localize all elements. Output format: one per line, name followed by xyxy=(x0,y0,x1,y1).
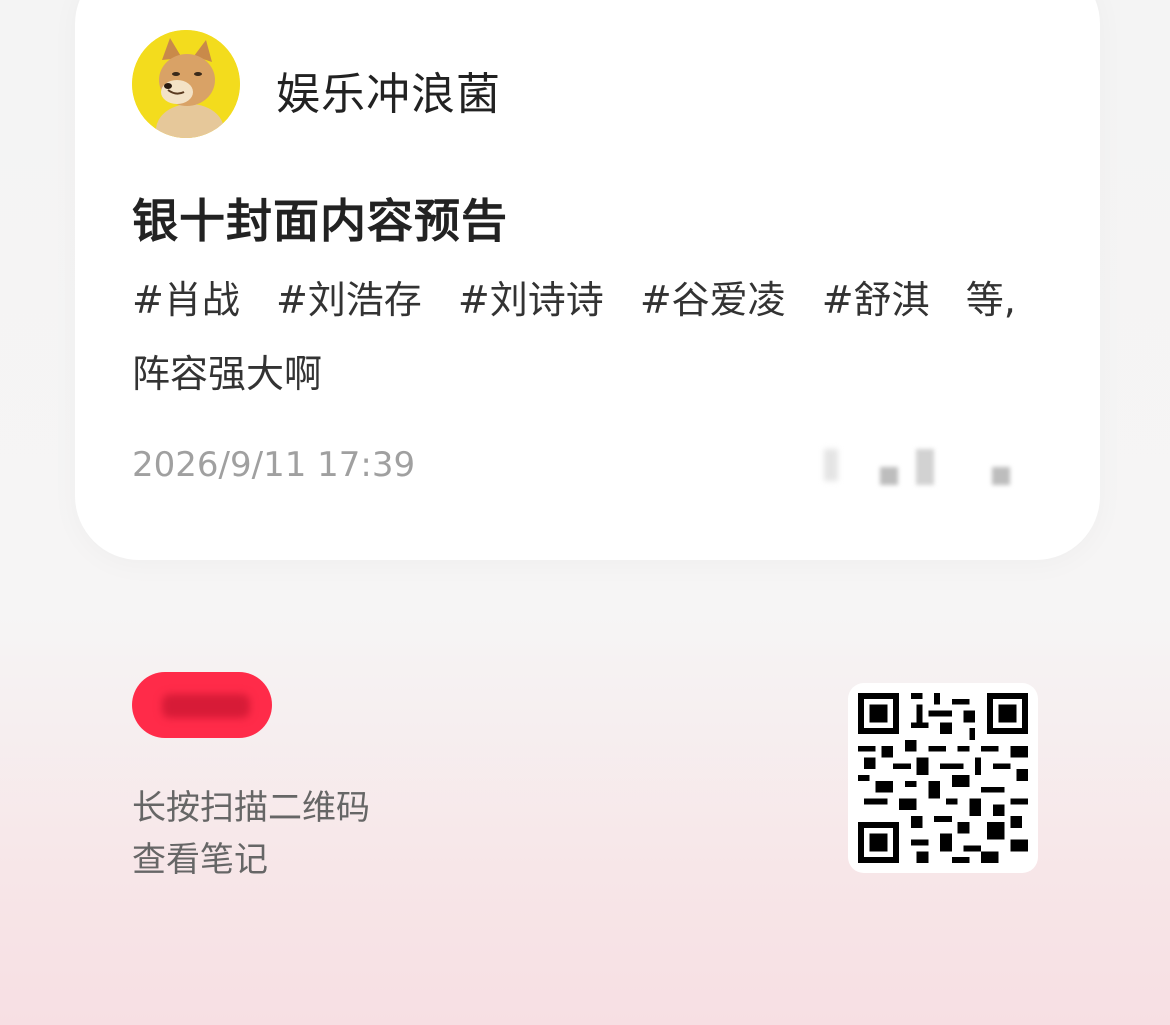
shiba-dog-avatar-icon xyxy=(132,30,240,138)
post-title: 银十封面内容预告 xyxy=(132,194,508,248)
hashtag[interactable]: #肖战 xyxy=(132,278,240,322)
hashtag[interactable]: #刘浩存 xyxy=(276,278,422,322)
brand-badge xyxy=(132,672,272,738)
blurred-logo xyxy=(162,694,250,718)
qr-code[interactable] xyxy=(848,683,1038,873)
hashtag[interactable]: #谷爱凌 xyxy=(640,278,786,322)
avatar[interactable] xyxy=(132,30,240,138)
author-name[interactable]: 娱乐冲浪菌 xyxy=(276,58,501,122)
hashtag[interactable]: #刘诗诗 xyxy=(458,278,604,322)
view-note-hint: 查看笔记 xyxy=(132,840,268,880)
post-tags: #肖战 #刘浩存 #刘诗诗 #谷爱凌 #舒淇 等, xyxy=(132,276,1032,324)
tags-suffix: 等, xyxy=(965,278,1016,322)
qr-code-icon xyxy=(858,693,1028,863)
blurred-region xyxy=(820,445,1020,490)
hashtag[interactable]: #舒淇 xyxy=(822,278,930,322)
post-date: 2026/9/11 17:39 xyxy=(132,445,416,485)
scan-hint: 长按扫描二维码 xyxy=(132,788,370,828)
post-body-line: 阵容强大啊 xyxy=(132,352,323,396)
